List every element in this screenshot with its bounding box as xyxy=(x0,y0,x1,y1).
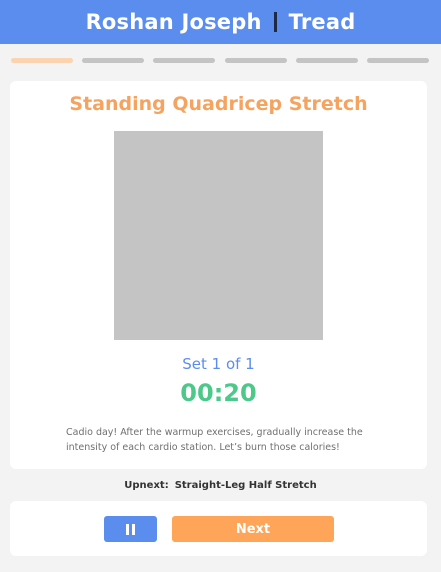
app-header: Roshan Joseph Tread xyxy=(0,0,441,44)
upnext-exercise-name: Straight-Leg Half Stretch xyxy=(174,480,317,491)
upnext-row: Upnext: Straight-Leg Half Stretch xyxy=(0,480,441,491)
exercise-image-placeholder xyxy=(114,131,323,340)
header-divider xyxy=(273,12,277,32)
controls-panel: Next xyxy=(10,501,427,556)
progress-segment xyxy=(11,58,73,63)
upnext-label: Upnext: xyxy=(124,480,169,491)
pause-icon xyxy=(126,523,135,535)
next-button[interactable]: Next xyxy=(172,516,334,542)
pause-button[interactable] xyxy=(104,516,157,542)
user-name: Roshan Joseph xyxy=(85,10,262,34)
workout-progress-bar xyxy=(11,58,429,63)
countdown-timer: 00:20 xyxy=(180,379,257,407)
progress-segment xyxy=(224,58,287,63)
set-counter: Set 1 of 1 xyxy=(182,355,255,373)
progress-segment xyxy=(82,58,145,63)
app-name: Tread xyxy=(288,10,356,34)
exercise-card: Standing Quadricep Stretch Set 1 of 1 00… xyxy=(10,81,427,469)
progress-segment xyxy=(366,58,429,63)
progress-segment xyxy=(295,58,358,63)
exercise-description: Cadio day! After the warmup exercises, g… xyxy=(66,427,363,453)
exercise-title: Standing Quadricep Stretch xyxy=(69,93,368,115)
progress-segment xyxy=(153,58,216,63)
